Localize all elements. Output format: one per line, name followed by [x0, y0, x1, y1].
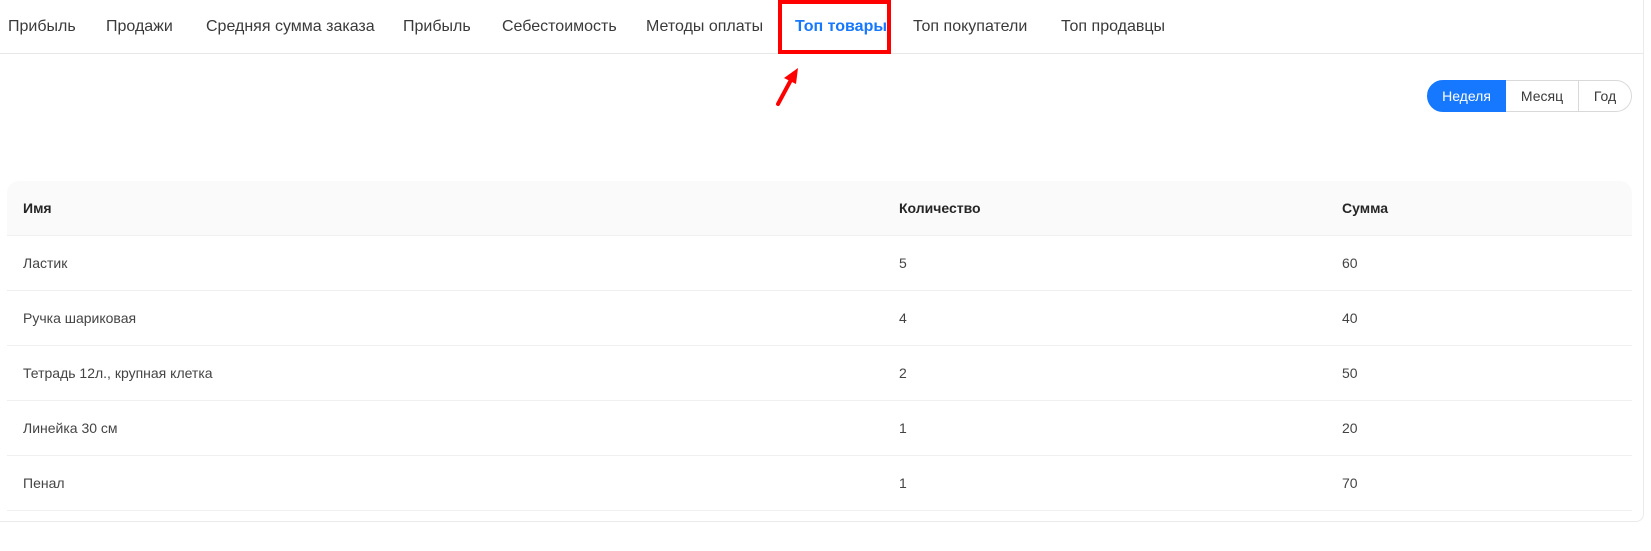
- tab-top-customers[interactable]: Топ покупатели: [913, 0, 1027, 53]
- cell-name: Пенал: [23, 475, 65, 491]
- cell-quantity: 5: [899, 255, 907, 271]
- tab-sales[interactable]: Продажи: [106, 0, 173, 53]
- tab-cost-price[interactable]: Себестоимость: [502, 0, 617, 53]
- column-header-quantity[interactable]: Количество: [899, 181, 981, 235]
- tab-top-products[interactable]: Топ товары: [795, 0, 887, 53]
- cell-sum: 50: [1342, 365, 1358, 381]
- tab-profit-2[interactable]: Прибыль: [403, 0, 471, 53]
- cell-sum: 60: [1342, 255, 1358, 271]
- table-row[interactable]: Линейка 30 см 1 20: [7, 401, 1632, 456]
- cell-quantity: 2: [899, 365, 907, 381]
- period-week-button[interactable]: Неделя: [1427, 80, 1506, 112]
- period-selector: Неделя Месяц Год: [1427, 80, 1632, 112]
- table-row[interactable]: Тетрадь 12л., крупная клетка 2 50: [7, 346, 1632, 401]
- tab-top-sellers[interactable]: Топ продавцы: [1061, 0, 1165, 53]
- report-tabs: Прибыль Продажи Средняя сумма заказа При…: [0, 0, 1643, 54]
- cell-name: Ручка шариковая: [23, 310, 137, 326]
- table-row[interactable]: Пенал 1 70: [7, 456, 1632, 511]
- cell-quantity: 1: [899, 475, 907, 491]
- cell-name: Ластик: [23, 255, 68, 271]
- period-year-button[interactable]: Год: [1579, 80, 1632, 112]
- cell-sum: 70: [1342, 475, 1358, 491]
- report-panel: Прибыль Продажи Средняя сумма заказа При…: [0, 0, 1644, 522]
- cell-name: Тетрадь 12л., крупная клетка: [23, 365, 213, 381]
- period-month-button[interactable]: Месяц: [1506, 80, 1579, 112]
- top-products-table: Имя Количество Сумма Ластик 5 60 Ручка ш…: [7, 181, 1632, 511]
- cell-sum: 20: [1342, 420, 1358, 436]
- table-header: Имя Количество Сумма: [7, 181, 1632, 236]
- cell-name: Линейка 30 см: [23, 420, 118, 436]
- table-row[interactable]: Ластик 5 60: [7, 236, 1632, 291]
- cell-quantity: 1: [899, 420, 907, 436]
- table-row[interactable]: Ручка шариковая 4 40: [7, 291, 1632, 346]
- cell-sum: 40: [1342, 310, 1358, 326]
- tab-profit[interactable]: Прибыль: [8, 0, 76, 53]
- tab-average-order[interactable]: Средняя сумма заказа: [206, 0, 375, 53]
- tab-payment-methods[interactable]: Методы оплаты: [646, 0, 763, 53]
- cell-quantity: 4: [899, 310, 907, 326]
- column-header-sum[interactable]: Сумма: [1342, 181, 1388, 235]
- column-header-name[interactable]: Имя: [23, 181, 52, 235]
